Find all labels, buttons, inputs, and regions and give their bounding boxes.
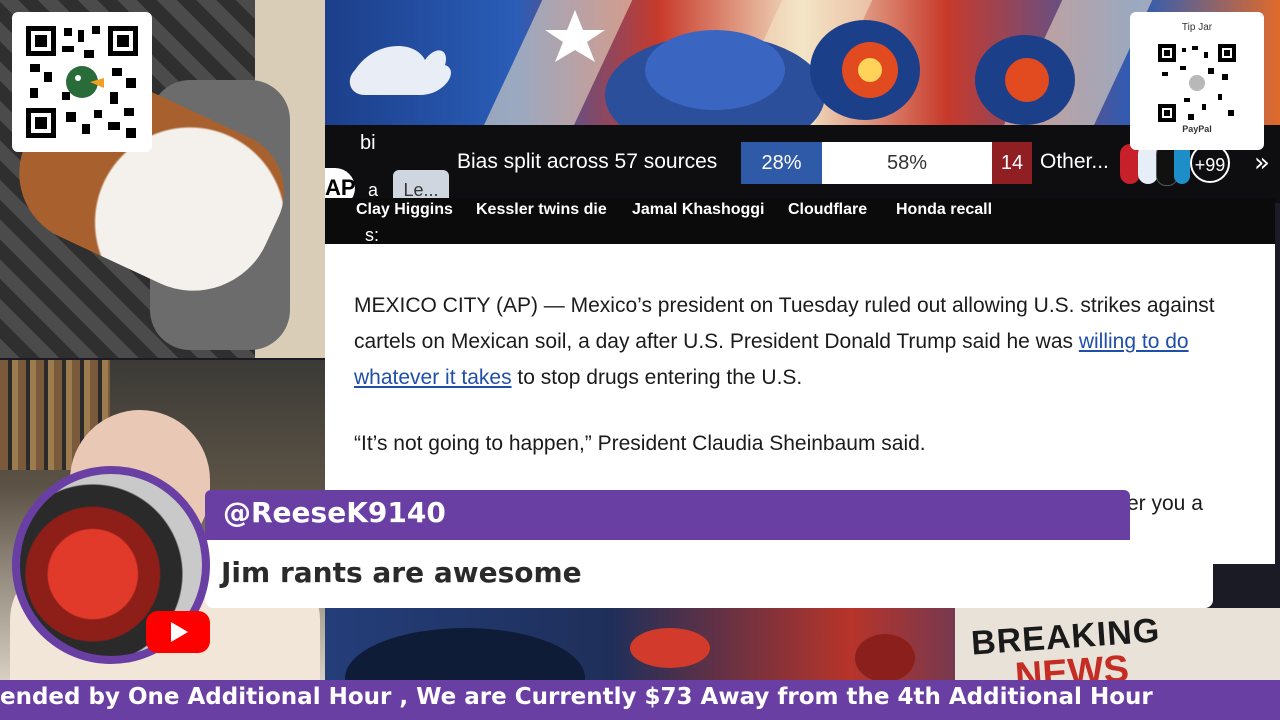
ticker-bar: ended by One Additional Hour , We are Cu… [0,680,1280,720]
topic-cloudflare[interactable]: Cloudflare [788,201,867,219]
topic-kessler-twins[interactable]: Kessler twins die [476,201,607,219]
tip-jar-qr-code [1158,44,1236,122]
chevron-right-icon[interactable]: » [1254,148,1270,178]
topic-honda-recall[interactable]: Honda recall [896,201,992,219]
tip-jar-title: Tip Jar [1181,22,1213,33]
source-icon-1[interactable] [1120,144,1140,184]
source-icon-4[interactable] [1174,144,1190,184]
side-letter-1: bi [360,132,376,154]
paypal-label: PayPal [1182,124,1212,134]
article-paragraph-2: “It’s not going to happen,” President Cl… [354,432,926,455]
side-letter-3: s: [365,225,380,245]
qr-code-left [12,12,152,152]
source-icon-2[interactable] [1138,144,1158,184]
bias-right-segment[interactable]: 14 [992,142,1032,184]
bias-summary-text: Bias split across 57 sources [457,150,718,173]
article-paragraph-1: MEXICO CITY (AP) — Mexico’s president on… [354,294,1215,389]
bias-left-segment[interactable]: 28% [741,142,822,184]
tip-jar-card: Tip Jar PayPal [1130,12,1264,150]
bias-center-segment[interactable]: 58% [822,142,992,184]
bottom-banner-artwork: BREAKING NEWS [325,608,1280,680]
topic-clay-higgins[interactable]: Clay Higgins [356,201,453,219]
chat-message-bar: Jim rants are awesome [205,540,1213,608]
article-paragraph-3-fragment: er you a [1127,492,1203,515]
topic-jamal-khashoggi[interactable]: Jamal Khashoggi [632,201,764,219]
youtube-icon [146,611,210,653]
other-sources-label[interactable]: Other... [1040,150,1109,174]
chat-username: @ReeseK9140 [223,496,446,529]
chat-message: Jim rants are awesome [221,556,582,589]
chat-username-bar: @ReeseK9140 [205,490,1130,540]
ticker-text: ended by One Additional Hour , We are Cu… [0,684,1153,710]
